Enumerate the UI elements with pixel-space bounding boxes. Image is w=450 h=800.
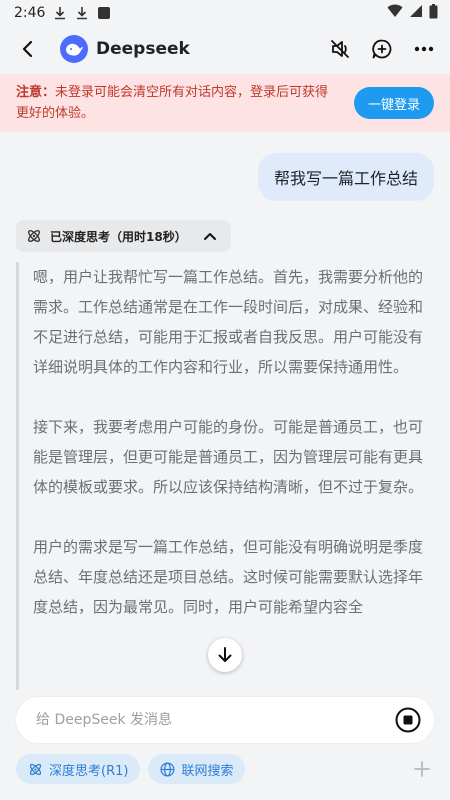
deepseek-whale-icon [60,35,88,63]
stop-icon [395,707,421,733]
app-bar: Deepseek [0,26,450,72]
download-icon [75,6,89,20]
arrow-down-icon [218,647,232,662]
login-notice-banner: 注意：未登录可能会清空所有对话内容，登录后可获得更好的体验。 一键登录 [0,74,450,132]
plus-icon [414,761,430,777]
back-arrow-icon [22,40,33,58]
status-time: 2:46 [14,5,46,21]
thinking-label: 已深度思考（用时18秒） [50,229,187,244]
attach-button[interactable] [410,757,434,781]
web-search-toggle[interactable]: 联网搜索 [148,754,246,784]
deep-think-icon [29,763,42,775]
thinking-paragraph: 用户的需求是写一篇工作总结，但可能没有明确说明是季度总结、年度总结还是项目总结。… [33,538,424,616]
thinking-paragraph: 接下来，我要考虑用户可能的身份。可能是普通员工，也可能是管理层，但更可能是普通员… [33,418,424,496]
app-square-icon [97,6,111,20]
thinking-paragraph: 嗯，用户让我帮忙写一篇工作总结。首先，我需要分析他的需求。工作总结通常是在工作一… [33,268,424,376]
notice-label: 注意： [16,85,56,100]
notice-message: 注意：未登录可能会清空所有对话内容，登录后可获得更好的体验。 [16,82,334,124]
web-search-label: 联网搜索 [181,763,234,779]
notice-body: 未登录可能会清空所有对话内容，登录后可获得更好的体验。 [16,85,329,121]
more-button[interactable] [412,37,436,61]
user-message-bubble: 帮我写一篇工作总结 [257,153,434,201]
mute-button[interactable] [328,37,352,61]
thinking-content: 嗯，用户让我帮忙写一篇工作总结。首先，我需要分析他的需求。工作总结通常是在工作一… [16,262,436,690]
more-icon [414,46,434,52]
back-button[interactable] [14,35,42,63]
wifi-icon [387,4,403,22]
stop-generation-button[interactable] [394,706,422,734]
message-input[interactable] [36,712,394,728]
mute-icon [331,40,349,58]
battery-icon [429,3,438,23]
download-icon [53,6,67,20]
app-title: Deepseek [96,39,190,59]
one-click-login-button[interactable]: 一键登录 [353,87,434,119]
thinking-toggle[interactable]: 已深度思考（用时18秒） [16,220,231,252]
globe-icon [160,762,175,776]
new-chat-button[interactable] [370,37,394,61]
signal-icon [409,4,423,22]
message-input-bar [16,697,434,743]
chevron-up-icon [203,233,216,240]
scroll-to-bottom-button[interactable] [208,638,242,672]
new-chat-icon [372,39,392,59]
deep-think-label: 深度思考(R1) [49,763,129,779]
status-bar: 2:46 [0,0,450,26]
deep-think-toggle[interactable]: 深度思考(R1) [16,754,141,784]
deep-think-icon [28,230,40,242]
input-options: 深度思考(R1) 联网搜索 [16,754,434,784]
